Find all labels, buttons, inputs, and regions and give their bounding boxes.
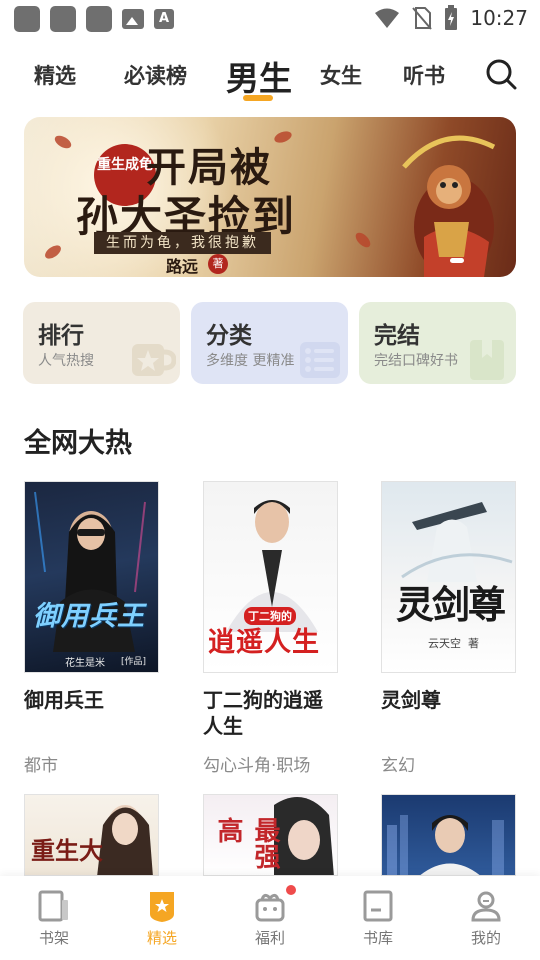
nav-profile[interactable]: 我的: [432, 876, 540, 960]
banner-author: 路远: [166, 257, 199, 276]
status-bar: A 10:27: [0, 0, 540, 36]
active-tab-indicator: [243, 95, 273, 101]
category-title: 完结: [374, 323, 420, 349]
monkey-king-illustration: [402, 135, 496, 277]
tab-audiobook[interactable]: 听书: [403, 60, 445, 90]
notification-square-icon: [14, 6, 40, 32]
notification-square-icon: [86, 6, 112, 32]
book-genre: 玄幻: [381, 756, 415, 776]
clock: 10:27: [470, 6, 528, 30]
cover-title: 御用兵王: [33, 601, 145, 632]
cover-title: 逍遥人生: [208, 627, 320, 658]
category-ranking-card[interactable]: 排行 人气热搜: [23, 302, 180, 384]
category-subtitle: 多维度 更精准: [206, 353, 295, 369]
nav-library[interactable]: 书库: [324, 876, 432, 960]
banner-author-mark: 著: [208, 254, 228, 274]
no-sim-icon: [412, 7, 433, 30]
banner-tagline: 生而为龟，我很抱歉: [94, 232, 271, 254]
tab-female[interactable]: 女生: [320, 60, 362, 90]
book-title: 御用兵王: [24, 688, 104, 712]
nav-label: 福利: [254, 929, 285, 947]
leaf-decoration: [272, 129, 294, 145]
cover-title: 灵剑尊: [396, 582, 506, 627]
bottom-navigation: 书架 精选 福利 书库 我的: [0, 876, 540, 960]
bookshelf-icon: [38, 890, 68, 922]
category-completed-card[interactable]: 完结 完结口碑好书: [359, 302, 516, 384]
book-genre: 勾心斗角·职场: [203, 756, 311, 776]
notification-icons: A: [14, 6, 174, 32]
bookmark-icon: [470, 340, 504, 380]
book-cover: 重生大: [24, 794, 159, 876]
book-title: 丁二狗的逍遥人生: [203, 688, 323, 738]
notification-square-icon: [50, 6, 76, 32]
book-cover: 灵剑尊 云天空 著: [381, 481, 516, 673]
category-title: 分类: [206, 323, 252, 349]
section-title: 全网大热: [24, 428, 132, 459]
library-icon: [363, 890, 393, 922]
book-cover: [381, 794, 516, 876]
nav-label: 精选: [146, 929, 177, 947]
cover-title: 最强高: [213, 817, 280, 869]
book-cover: 丁二狗的 逍遥人生: [203, 481, 338, 673]
cover-note: 著: [468, 637, 479, 650]
tab-male[interactable]: 男生: [226, 52, 292, 100]
profile-icon: [471, 891, 501, 922]
tab-must-read[interactable]: 必读榜: [124, 60, 187, 90]
nav-featured[interactable]: 精选: [108, 876, 216, 960]
system-icons: 10:27: [374, 5, 528, 31]
featured-star-icon: [150, 892, 174, 922]
search-icon[interactable]: [485, 58, 517, 90]
cover-author: 花生是米: [65, 658, 105, 669]
top-tabs: 精选 必读榜 男生 女生 听书: [0, 50, 540, 106]
tab-featured[interactable]: 精选: [34, 60, 76, 90]
book-cover: 御用兵王 花生是米 [作品]: [24, 481, 159, 673]
font-icon: A: [154, 9, 174, 29]
cup-icon: [132, 344, 176, 376]
carousel-indicator: [450, 258, 464, 263]
book-genre: 都市: [24, 756, 58, 776]
notification-badge: [284, 883, 298, 897]
leaf-decoration: [353, 230, 373, 250]
category-subtitle: 人气热搜: [38, 353, 94, 369]
battery-charging-icon: [445, 5, 458, 30]
nav-label: 书架: [38, 929, 69, 947]
list-icon: [300, 342, 340, 378]
cover-note: [作品]: [121, 657, 147, 667]
wifi-icon: [375, 8, 400, 28]
book-cover: 最强高: [203, 794, 338, 876]
cover-author: 云天空: [428, 637, 461, 650]
nav-label: 我的: [470, 929, 501, 947]
cover-title: 重生大: [31, 836, 103, 865]
image-icon: [122, 9, 144, 29]
nav-welfare[interactable]: 福利: [216, 876, 324, 960]
promo-banner[interactable]: 重生成龟 开局被 孙大圣捡到 生而为龟，我很抱歉 路远 著: [24, 117, 516, 277]
cover-illustration: [387, 815, 504, 875]
gift-icon: [255, 893, 285, 922]
cover-illustration: [34, 491, 146, 652]
book-title: 灵剑尊: [381, 688, 441, 712]
category-classify-card[interactable]: 分类 多维度 更精准: [191, 302, 348, 384]
category-subtitle: 完结口碑好书: [374, 353, 458, 369]
category-title: 排行: [38, 323, 84, 349]
nav-label: 书库: [362, 929, 393, 947]
nav-bookshelf[interactable]: 书架: [0, 876, 108, 960]
